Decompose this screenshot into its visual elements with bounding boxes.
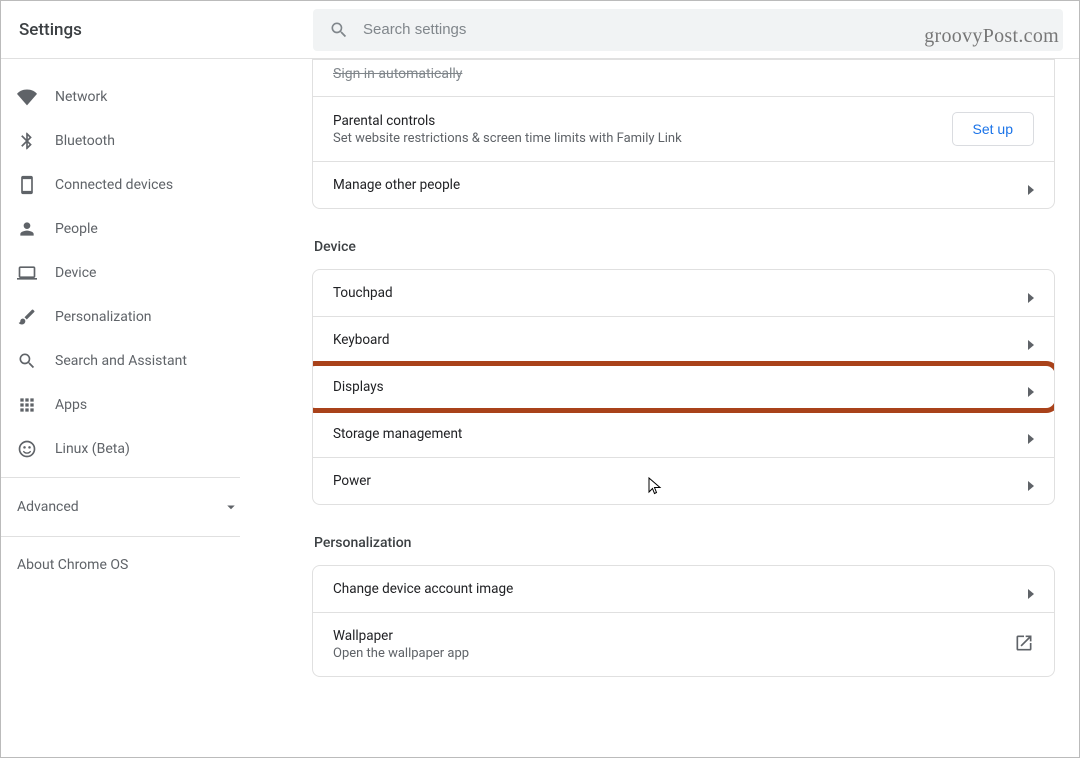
linux-icon: [17, 439, 37, 459]
sidebar-advanced-label: Advanced: [17, 499, 79, 515]
sidebar-item-label: Connected devices: [55, 177, 173, 193]
row-title: Storage management: [333, 426, 462, 442]
people-card: Sign in automatically Parental controls …: [312, 59, 1055, 209]
row-title: Change device account image: [333, 581, 513, 597]
row-title: Touchpad: [333, 285, 393, 301]
page-title: Settings: [17, 20, 313, 40]
row-displays[interactable]: Displays: [313, 363, 1054, 410]
sidebar-item-people[interactable]: People: [1, 207, 256, 251]
row-storage-management[interactable]: Storage management: [313, 410, 1054, 457]
wifi-icon: [17, 87, 37, 107]
sidebar-item-label: People: [55, 221, 98, 237]
row-wallpaper[interactable]: Wallpaper Open the wallpaper app: [313, 612, 1054, 676]
sidebar-item-label: Network: [55, 89, 107, 105]
section-title-device: Device: [314, 239, 1055, 255]
device-card: Touchpad Keyboard Displays Storage manag…: [312, 269, 1055, 505]
search-icon: [17, 351, 37, 371]
row-title: Parental controls: [333, 113, 682, 129]
row-change-account-image[interactable]: Change device account image: [313, 566, 1054, 612]
sidebar-item-label: Personalization: [55, 309, 152, 325]
laptop-icon: [17, 263, 37, 283]
setup-button[interactable]: Set up: [952, 112, 1034, 146]
sidebar-about[interactable]: About Chrome OS: [1, 543, 256, 587]
chevron-right-icon: [1028, 180, 1034, 190]
sidebar-item-linux[interactable]: Linux (Beta): [1, 427, 256, 471]
sidebar-item-bluetooth[interactable]: Bluetooth: [1, 119, 256, 163]
section-title-personalization: Personalization: [314, 535, 1055, 551]
search-input[interactable]: [363, 21, 1047, 38]
divider: [1, 536, 240, 537]
chevron-right-icon: [1028, 288, 1034, 298]
chevron-right-icon: [1028, 382, 1034, 392]
row-parental-controls: Parental controls Set website restrictio…: [313, 96, 1054, 161]
sidebar-item-label: Apps: [55, 397, 87, 413]
sidebar-item-label: Device: [55, 265, 96, 281]
person-icon: [17, 219, 37, 239]
row-keyboard[interactable]: Keyboard: [313, 316, 1054, 363]
chevron-right-icon: [1028, 584, 1034, 594]
row-title: Wallpaper: [333, 628, 469, 644]
sidebar-item-label: Bluetooth: [55, 133, 115, 149]
search-box[interactable]: [313, 9, 1063, 51]
sidebar-item-apps[interactable]: Apps: [1, 383, 256, 427]
external-link-icon: [1014, 633, 1034, 657]
sidebar-item-device[interactable]: Device: [1, 251, 256, 295]
row-title: Keyboard: [333, 332, 389, 348]
sidebar: Network Bluetooth Connected devices Peop…: [1, 59, 256, 759]
sidebar-item-network[interactable]: Network: [1, 75, 256, 119]
search-wrap: [313, 9, 1063, 51]
sidebar-item-search-assistant[interactable]: Search and Assistant: [1, 339, 256, 383]
chevron-right-icon: [1028, 429, 1034, 439]
row-manage-people[interactable]: Manage other people: [313, 161, 1054, 208]
sidebar-item-label: Linux (Beta): [55, 441, 130, 457]
apps-icon: [17, 395, 37, 415]
row-title: Manage other people: [333, 177, 460, 193]
sidebar-advanced[interactable]: Advanced: [1, 484, 256, 530]
chevron-right-icon: [1028, 476, 1034, 486]
sidebar-item-connected-devices[interactable]: Connected devices: [1, 163, 256, 207]
phone-icon: [17, 175, 37, 195]
row-signin-auto-truncated: Sign in automatically: [313, 60, 1054, 96]
divider: [1, 477, 240, 478]
main-content: Sign in automatically Parental controls …: [256, 59, 1079, 759]
personalization-card: Change device account image Wallpaper Op…: [312, 565, 1055, 677]
row-subtitle: Set website restrictions & screen time l…: [333, 131, 682, 146]
chevron-right-icon: [1028, 335, 1034, 345]
bluetooth-icon: [17, 131, 37, 151]
chevron-down-icon: [222, 498, 240, 516]
header: Settings: [1, 1, 1079, 59]
row-power[interactable]: Power: [313, 457, 1054, 504]
row-title: Displays: [333, 379, 384, 395]
row-touchpad[interactable]: Touchpad: [313, 270, 1054, 316]
row-title: Power: [333, 473, 371, 489]
search-icon: [329, 20, 349, 40]
sidebar-item-personalization[interactable]: Personalization: [1, 295, 256, 339]
sidebar-item-label: Search and Assistant: [55, 353, 187, 369]
brush-icon: [17, 307, 37, 327]
row-subtitle: Open the wallpaper app: [333, 646, 469, 661]
